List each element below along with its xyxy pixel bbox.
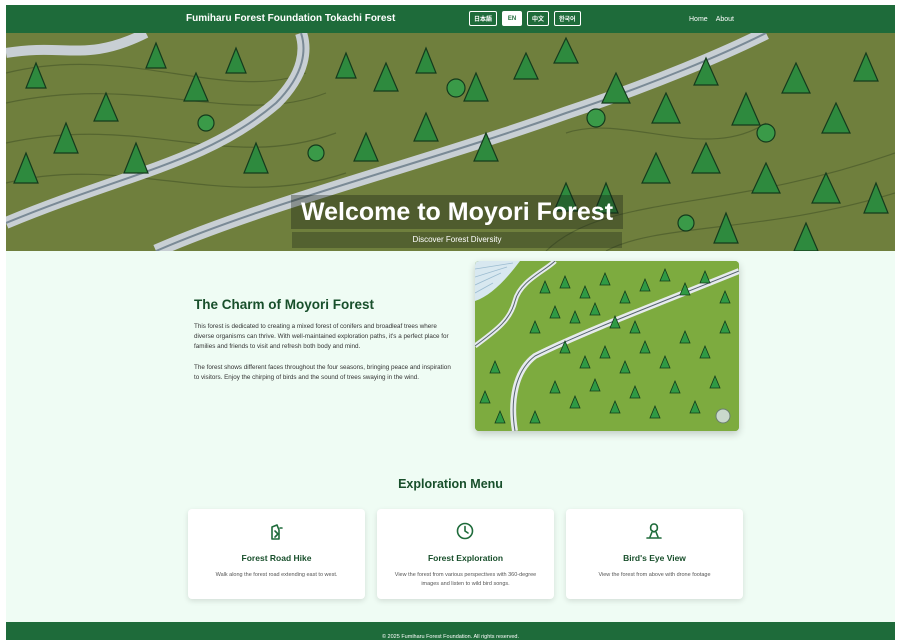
card-forest-road-hike[interactable]: Forest Road Hike Walk along the forest r…	[188, 509, 365, 599]
language-switcher: 日本語 EN 中文 한국어	[469, 11, 581, 26]
charm-section-title: The Charm of Moyori Forest	[194, 297, 375, 312]
card-title: Forest Exploration	[427, 553, 504, 563]
nav-about-link[interactable]: About	[716, 16, 734, 23]
footer-copyright: © 2025 Fumiharu Forest Foundation. All r…	[381, 634, 520, 640]
forest-map-image	[475, 261, 739, 431]
charm-paragraph-2: The forest shows different faces through…	[194, 364, 451, 381]
nav-home-link[interactable]: Home	[689, 16, 708, 23]
hiker-icon	[271, 524, 283, 540]
lang-button-en[interactable]: EN	[502, 11, 523, 26]
lang-button-ja[interactable]: 日本語	[469, 11, 498, 26]
drone-icon	[646, 523, 662, 539]
clock-icon	[456, 522, 474, 540]
card-title: Forest Road Hike	[241, 553, 312, 563]
exploration-menu-title: Exploration Menu	[398, 477, 503, 491]
card-description: View the forest from various perspective…	[394, 572, 537, 587]
top-navbar: Fumiharu Forest Foundation Tokachi Fores…	[6, 5, 895, 33]
hero-subtitle: Discover Forest Diversity	[292, 232, 622, 248]
lang-button-zh[interactable]: 中文	[527, 11, 550, 26]
lang-button-ko[interactable]: 한국어	[554, 11, 581, 26]
card-title: Bird's Eye View	[623, 553, 686, 563]
nav-links: Home About	[689, 16, 734, 23]
site-footer: © 2025 Fumiharu Forest Foundation. All r…	[6, 622, 895, 640]
site-brand[interactable]: Fumiharu Forest Foundation Tokachi Fores…	[186, 13, 395, 24]
card-forest-exploration[interactable]: Forest Exploration View the forest from …	[377, 509, 554, 599]
forest-map-illustration	[475, 261, 739, 431]
card-description: View the forest from above with drone fo…	[598, 572, 711, 578]
card-description: Walk along the forest road extending eas…	[215, 572, 338, 578]
hero-title: Welcome to Moyori Forest	[291, 195, 623, 229]
charm-paragraph-1: This forest is dedicated to creating a m…	[194, 323, 449, 350]
page-frame: Fumiharu Forest Foundation Tokachi Fores…	[6, 5, 895, 640]
hero-banner: Welcome to Moyori Forest Discover Forest…	[6, 33, 895, 251]
card-birds-eye-view[interactable]: Bird's Eye View View the forest from abo…	[566, 509, 743, 599]
